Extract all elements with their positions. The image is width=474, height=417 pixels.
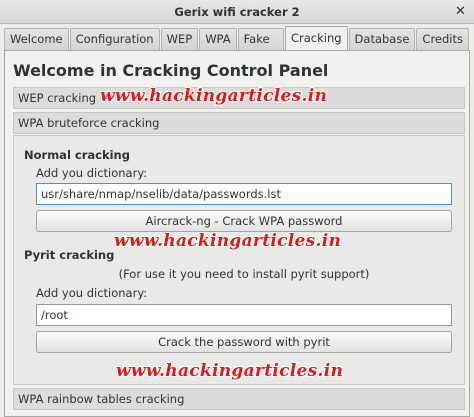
window-title: Gerix wifi cracker 2 (174, 5, 300, 19)
wpa-rainbow-section[interactable]: WPA rainbow tables cracking (13, 388, 465, 410)
tab-wpa[interactable]: WPA (199, 28, 237, 50)
tab-configuration[interactable]: Configuration (69, 28, 160, 50)
tab-database[interactable]: Database (348, 28, 416, 50)
normal-dictionary-input[interactable] (36, 183, 452, 205)
tab-wep[interactable]: WEP (160, 28, 199, 50)
tab-fake-ap[interactable]: Fake AP (237, 28, 284, 67)
pyrit-dictionary-label: Add you dictionary: (36, 286, 148, 300)
tab-credits[interactable]: Credits (416, 28, 469, 50)
normal-cracking-title: Normal cracking (24, 148, 130, 162)
close-icon[interactable]: ✕ (453, 4, 468, 19)
pyrit-support-note: (For use it you need to install pyrit su… (118, 267, 370, 281)
wep-cracking-section[interactable]: WEP cracking (13, 87, 465, 109)
tab-welcome[interactable]: Welcome (4, 28, 69, 50)
cracking-panel: Welcome in Cracking Control Panel WEP cr… (4, 50, 470, 417)
wpa-bruteforce-group: Normal cracking Add you dictionary: Airc… (13, 135, 465, 385)
tab-bar: Welcome Configuration WEP WPA Fake AP Cr… (4, 26, 470, 67)
normal-dictionary-label: Add you dictionary: (36, 166, 148, 180)
wpa-bruteforce-section[interactable]: WPA bruteforce cracking (13, 112, 465, 134)
tab-cracking[interactable]: Cracking (284, 26, 348, 50)
pyrit-dictionary-input[interactable] (36, 304, 452, 326)
aircrack-crack-button[interactable]: Aircrack-ng - Crack WPA password (36, 210, 452, 232)
page-title: Welcome in Cracking Control Panel (13, 61, 329, 80)
window-titlebar: Gerix wifi cracker 2 ✕ (0, 0, 474, 24)
pyrit-cracking-title: Pyrit cracking (24, 248, 115, 262)
pyrit-crack-button[interactable]: Crack the password with pyrit (36, 331, 452, 353)
